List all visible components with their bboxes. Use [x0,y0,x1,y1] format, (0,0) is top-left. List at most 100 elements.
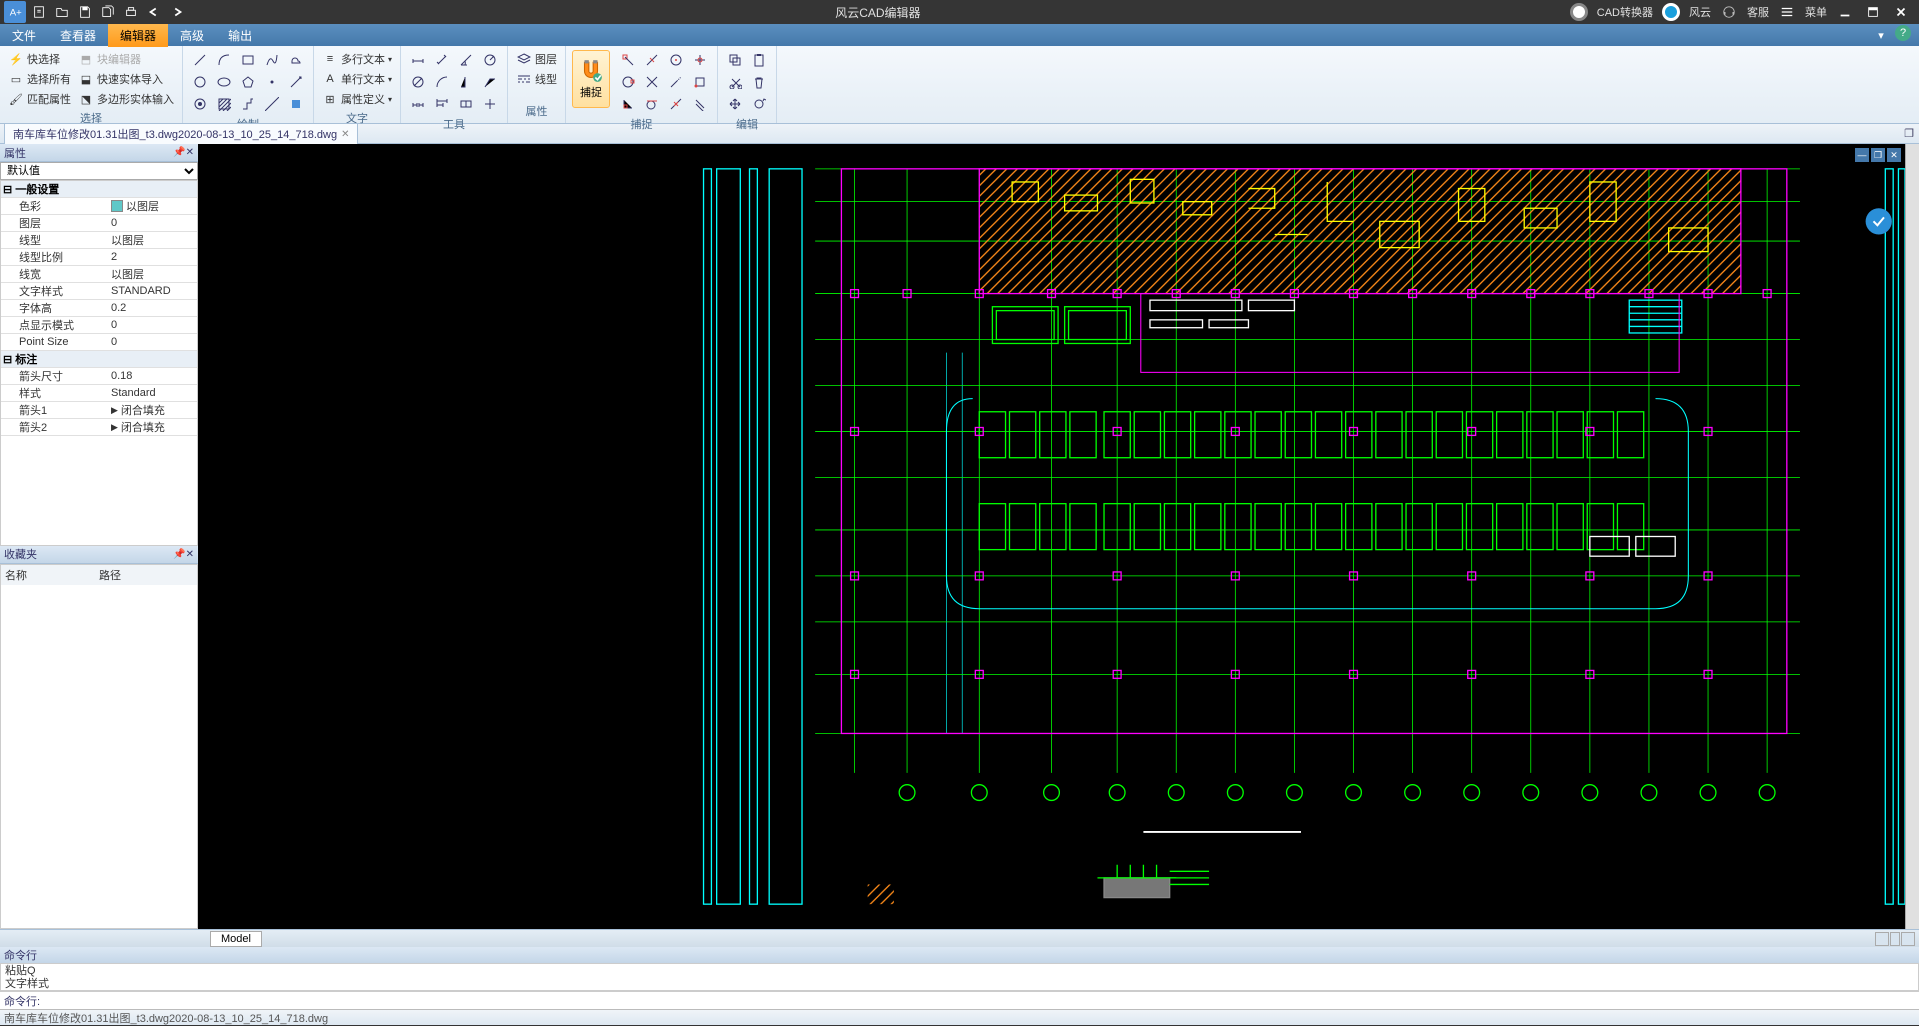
property-row[interactable]: 线型以图层 [1,232,197,249]
command-history[interactable]: 粘贴Q 文字样式 [0,963,1919,991]
property-filter-select[interactable]: 默认值 [0,162,198,180]
hscroll-left-icon[interactable] [1875,932,1889,946]
ribbon-collapse-icon[interactable]: ▾ [1871,25,1891,45]
property-row[interactable]: 文字样式STANDARD [1,283,197,300]
drawing-canvas[interactable]: — ❐ ✕ [198,144,1905,929]
brand-icon[interactable] [1661,2,1681,22]
snap-mid-icon[interactable] [641,50,663,70]
copy-icon[interactable] [724,50,746,70]
dim-radius-icon[interactable] [479,50,501,70]
linetype-button[interactable]: 线型 [514,70,559,88]
canvas-close-icon[interactable]: ✕ [1887,148,1901,162]
match-prop-button[interactable]: 🖌匹配属性 [6,90,73,108]
minimize-icon[interactable] [1835,2,1855,22]
cad-converter-label[interactable]: CAD转换器 [1597,4,1653,20]
dim-diameter-icon[interactable] [407,72,429,92]
center-mark-icon[interactable] [479,94,501,114]
canvas-max-icon[interactable]: ❐ [1871,148,1885,162]
snap-tan-icon[interactable] [641,94,663,114]
model-tab[interactable]: Model [210,931,262,947]
snap-ext-icon[interactable] [665,72,687,92]
ellipse-icon[interactable] [213,72,235,92]
menu-output[interactable]: 输出 [216,24,264,47]
dim-aligned-icon[interactable] [431,50,453,70]
polygon-icon[interactable] [237,72,259,92]
open-icon[interactable] [52,2,72,22]
maximize-icon[interactable] [1863,2,1883,22]
move-icon[interactable] [724,94,746,114]
fav-close-icon[interactable]: ✕ [186,549,194,560]
snap-quad-icon[interactable] [617,72,639,92]
snap-toggle-button[interactable]: 捕捉 [572,50,610,108]
snap-end-icon[interactable] [617,50,639,70]
save-icon[interactable] [75,2,95,22]
donut-icon[interactable] [189,94,211,114]
attdef-button[interactable]: ⊞属性定义▾ [320,90,394,108]
support-label[interactable]: 客服 [1747,4,1769,20]
block-icon[interactable] [285,94,307,114]
block-editor-button[interactable]: ⬒块编辑器 [76,50,176,68]
snap-perp-icon[interactable] [617,94,639,114]
rect-icon[interactable] [237,50,259,70]
menu-viewer[interactable]: 查看器 [48,24,108,47]
undo-icon[interactable] [144,2,164,22]
snap-near-icon[interactable] [665,94,687,114]
property-row[interactable]: 箭头尺寸0.18 [1,368,197,385]
snap-center-icon[interactable] [665,50,687,70]
property-row[interactable]: 线宽以图层 [1,266,197,283]
help-icon[interactable]: ? [1895,25,1911,41]
snap-int-icon[interactable] [641,72,663,92]
document-tab[interactable]: 南车库车位修改01.31出图_t3.dwg2020-08-13_10_25_14… [4,123,358,144]
cad-converter-icon[interactable] [1569,2,1589,22]
menu-file[interactable]: 文件 [0,24,48,47]
property-row[interactable]: 样式Standard [1,385,197,402]
pin-icon[interactable]: 📌 [173,147,185,158]
property-row[interactable]: 线型比例2 [1,249,197,266]
property-row[interactable]: 点显示模式0 [1,317,197,334]
paste-icon[interactable] [748,50,770,70]
vertical-scrollbar[interactable] [1905,144,1919,929]
tolerance-icon[interactable] [455,94,477,114]
point-icon[interactable] [261,72,283,92]
quick-select-button[interactable]: ⚡快选择 [6,50,73,68]
dim-linear-icon[interactable] [407,50,429,70]
arc-icon[interactable] [213,50,235,70]
line-icon[interactable] [189,50,211,70]
brand-label[interactable]: 风云 [1689,4,1711,20]
dtext-button[interactable]: A单行文本▾ [320,70,394,88]
dim-baseline-icon[interactable] [431,94,453,114]
cloud-icon[interactable] [285,50,307,70]
property-row[interactable]: 箭头2▶ 闭合填充 [1,419,197,436]
dim-arc-icon[interactable] [431,72,453,92]
quick-entity-button[interactable]: ⬓快速实体导入 [76,70,176,88]
dim-ordinate-icon[interactable] [455,72,477,92]
snap-ins-icon[interactable] [689,72,711,92]
delete-icon[interactable] [748,72,770,92]
snap-par-icon[interactable] [689,94,711,114]
redo-icon[interactable] [167,2,187,22]
spline-icon[interactable] [261,50,283,70]
properties-grid[interactable]: ⊟ 一般设置 色彩以图层图层0线型以图层线型比例2线宽以图层文字样式STANDA… [0,180,198,546]
print-icon[interactable] [121,2,141,22]
doc-tab-close-icon[interactable]: ✕ [341,129,349,140]
doc-restore-icon[interactable]: ❐ [1899,124,1919,144]
property-row[interactable]: 图层0 [1,215,197,232]
mtext-button[interactable]: ≡多行文本▾ [320,50,394,68]
menu-advanced[interactable]: 高级 [168,24,216,47]
rotate-icon[interactable] [748,94,770,114]
layer-button[interactable]: 图层 [514,50,559,68]
property-row[interactable]: 箭头1▶ 闭合填充 [1,402,197,419]
menu-icon[interactable] [1777,2,1797,22]
property-row[interactable]: 字体高0.2 [1,300,197,317]
property-row[interactable]: Point Size0 [1,334,197,351]
dim-angular-icon[interactable] [455,50,477,70]
property-row[interactable]: 色彩以图层 [1,198,197,215]
hatch-icon[interactable] [213,94,235,114]
menu-editor[interactable]: 编辑器 [108,24,168,47]
menu-label[interactable]: 菜单 [1805,4,1827,20]
hscroll-thumb[interactable] [1890,932,1900,946]
panel-close-icon[interactable]: ✕ [186,147,194,158]
hscroll-right-icon[interactable] [1901,932,1915,946]
command-input[interactable] [44,995,1919,1007]
canvas-min-icon[interactable]: — [1855,148,1869,162]
